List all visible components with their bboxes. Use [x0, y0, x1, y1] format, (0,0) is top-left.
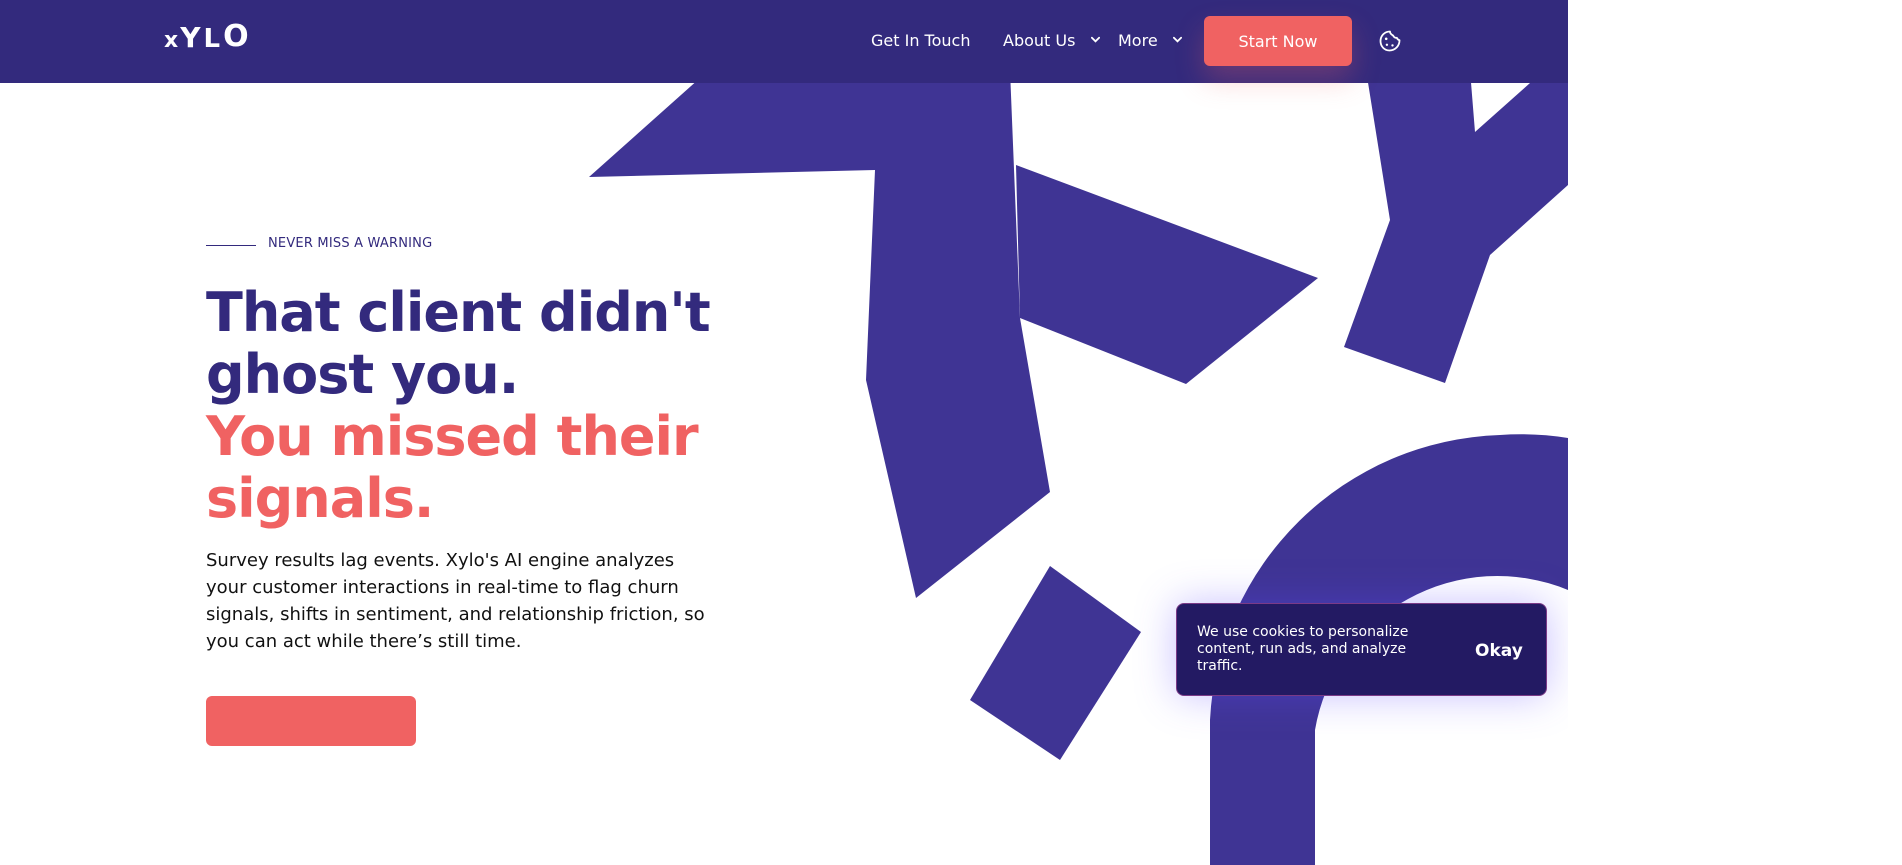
eyebrow-label: NEVER MISS A WARNING [268, 236, 433, 251]
nav-more[interactable]: More [1118, 31, 1182, 50]
nav-more-label: More [1118, 31, 1158, 50]
top-navigation-bar: x Y L O Get In Touch About Us More Start… [0, 0, 1568, 83]
cookie-okay-button[interactable]: Okay [1475, 641, 1523, 661]
logo-letter-o: O [223, 19, 250, 54]
hero-headline-accent: You missed their signals. [206, 405, 699, 530]
xylo-logo[interactable]: x Y L O [164, 19, 250, 54]
nav-about-us-label: About Us [1003, 31, 1076, 50]
nav-get-in-touch-label: Get In Touch [871, 31, 971, 50]
hero-headline-primary: That client didn't ghost you. [206, 281, 711, 406]
eyebrow-divider [206, 245, 256, 246]
hero-description: Survey results lag events. Xylo's AI eng… [206, 550, 705, 652]
cookie-consent-message: We use cookies to personalize content, r… [1197, 624, 1409, 674]
start-now-button[interactable]: Start Now [1204, 16, 1352, 66]
logo-letter-l: L [203, 24, 222, 54]
y-stroke-left [1344, 70, 1568, 383]
hero-headline: That client didn't ghost you. You missed… [206, 282, 726, 530]
lower-stroke [970, 566, 1141, 760]
right-white-margin [1568, 0, 1902, 865]
chevron-down-icon [1172, 36, 1182, 43]
cookie-consent-banner: We use cookies to personalize content, r… [1176, 603, 1547, 696]
nav-about-us[interactable]: About Us [1003, 31, 1100, 50]
hero-cta-button[interactable] [206, 696, 416, 746]
logo-letter-x: x [164, 28, 180, 53]
chevron-down-icon [1090, 36, 1100, 43]
nav-get-in-touch[interactable]: Get In Touch [871, 31, 970, 50]
page-container: x Y L O Get In Touch About Us More Start… [0, 0, 1568, 865]
x-bar-right [1016, 165, 1318, 384]
cookie-icon[interactable] [1378, 29, 1402, 53]
logo-letter-y: Y [180, 21, 202, 54]
start-now-label: Start Now [1238, 31, 1318, 51]
